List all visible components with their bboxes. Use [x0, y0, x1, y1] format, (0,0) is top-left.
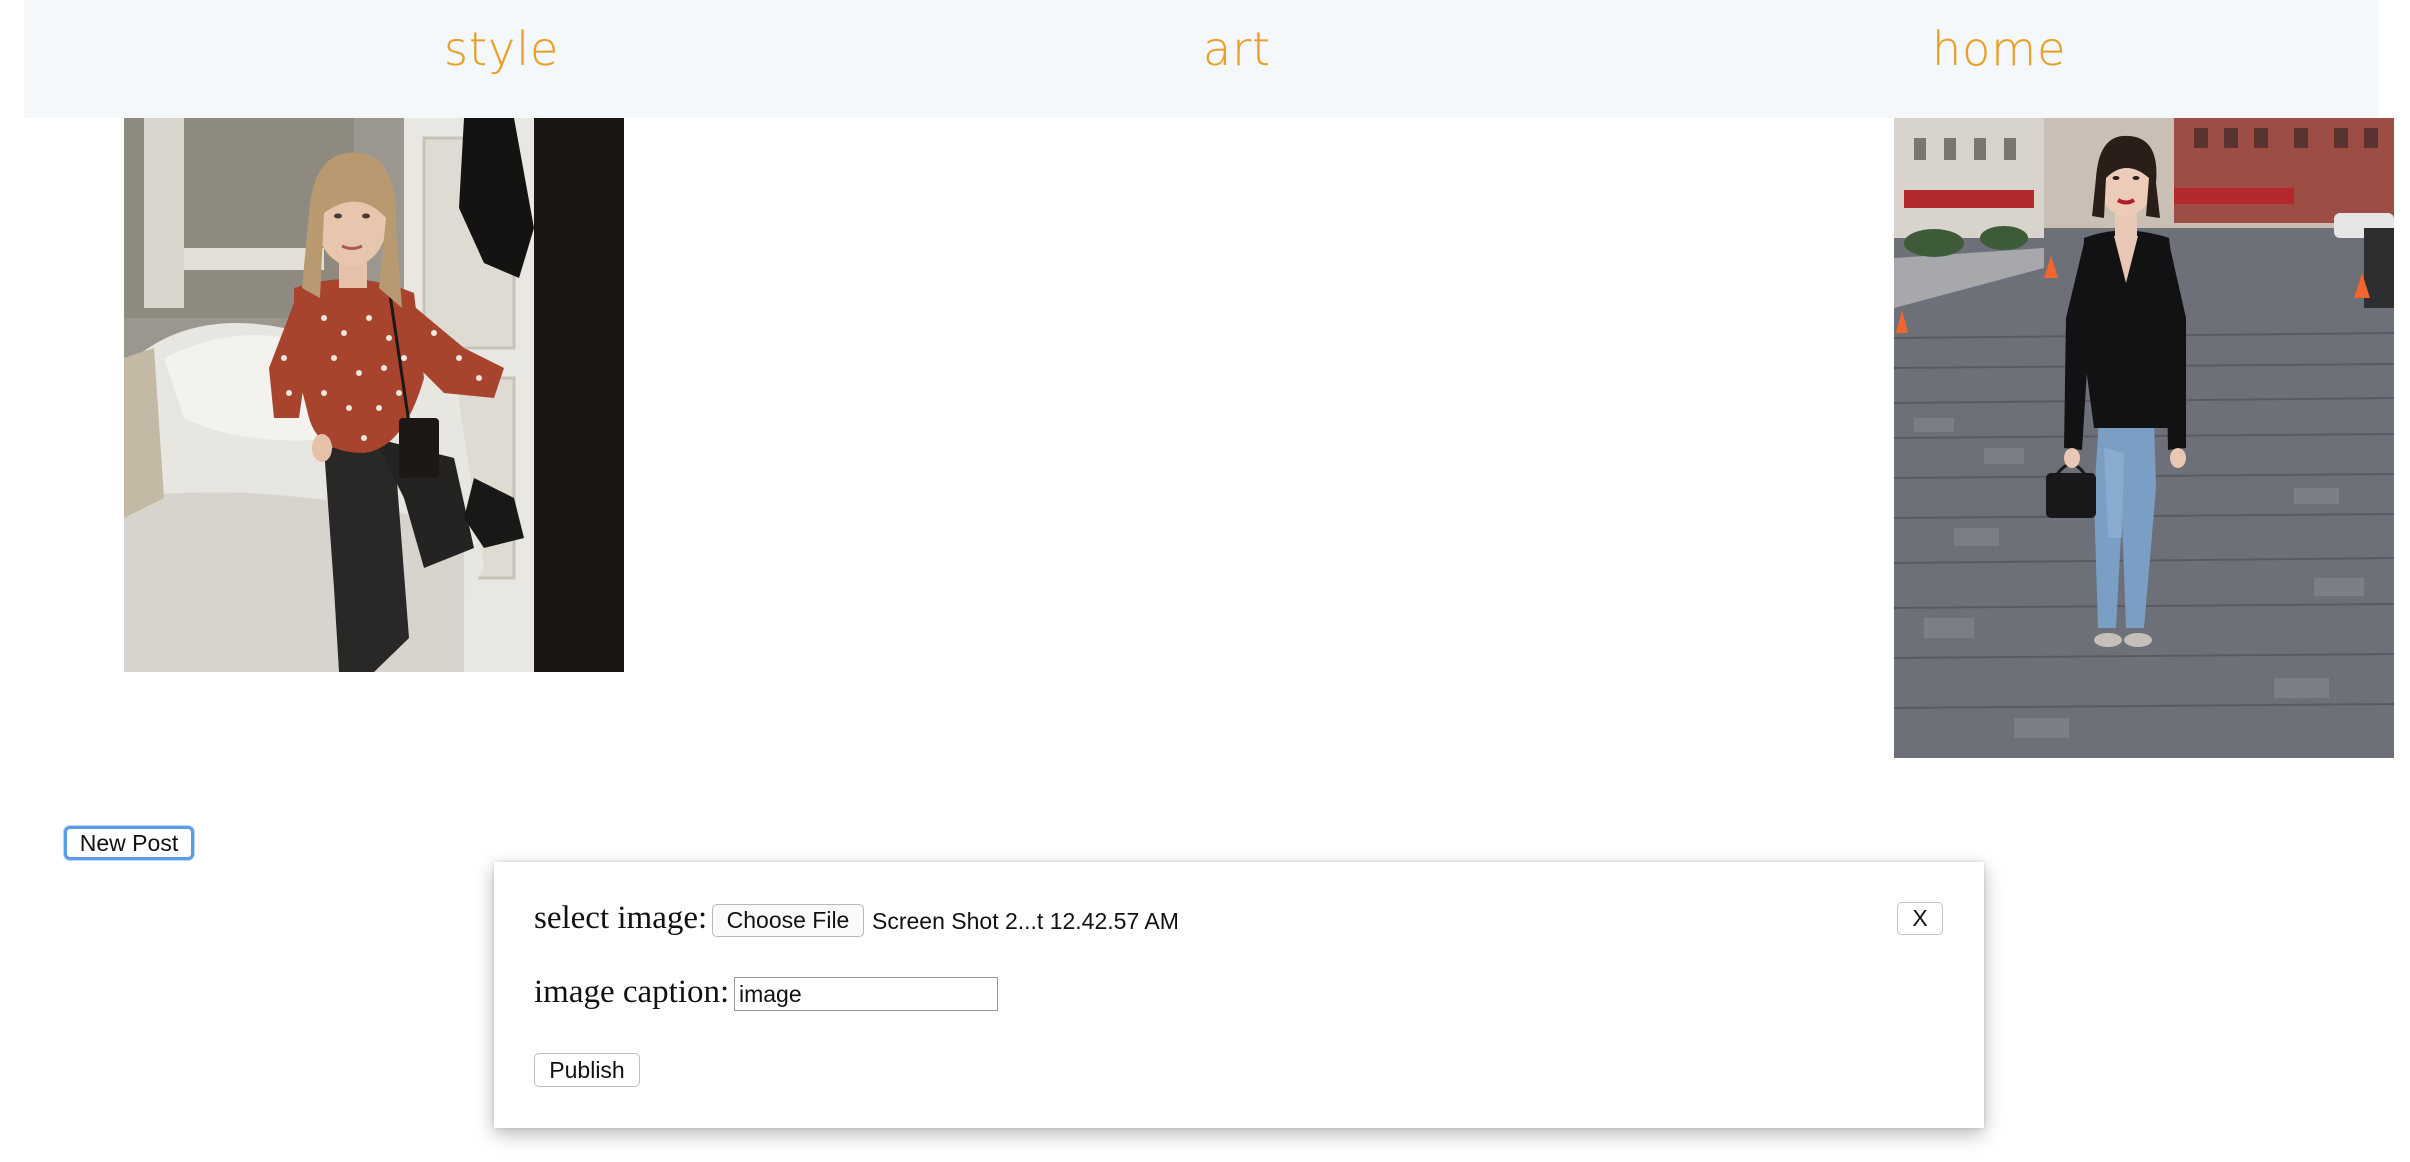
new-post-button[interactable]: New Post: [64, 826, 194, 860]
nav-link-style[interactable]: style: [444, 22, 559, 76]
nav-link-home[interactable]: home: [1932, 22, 2066, 76]
post-image-red-blouse: [124, 118, 624, 672]
image-caption-input[interactable]: [734, 977, 998, 1011]
close-modal-button[interactable]: X: [1897, 902, 1943, 935]
select-image-label: select image:: [534, 900, 708, 936]
nav-link-art[interactable]: art: [1203, 22, 1271, 76]
publish-button[interactable]: Publish: [534, 1053, 640, 1087]
choose-file-button[interactable]: Choose File: [712, 904, 864, 937]
image-caption-label: image caption:: [534, 974, 730, 1010]
top-navbar: style art home: [24, 0, 2378, 118]
selected-file-name: Screen Shot 2...t 12.42.57 AM: [872, 908, 1179, 934]
post-image-street-style: [1894, 118, 2394, 758]
new-post-modal: select image: Choose File Screen Shot 2.…: [494, 862, 1984, 1128]
